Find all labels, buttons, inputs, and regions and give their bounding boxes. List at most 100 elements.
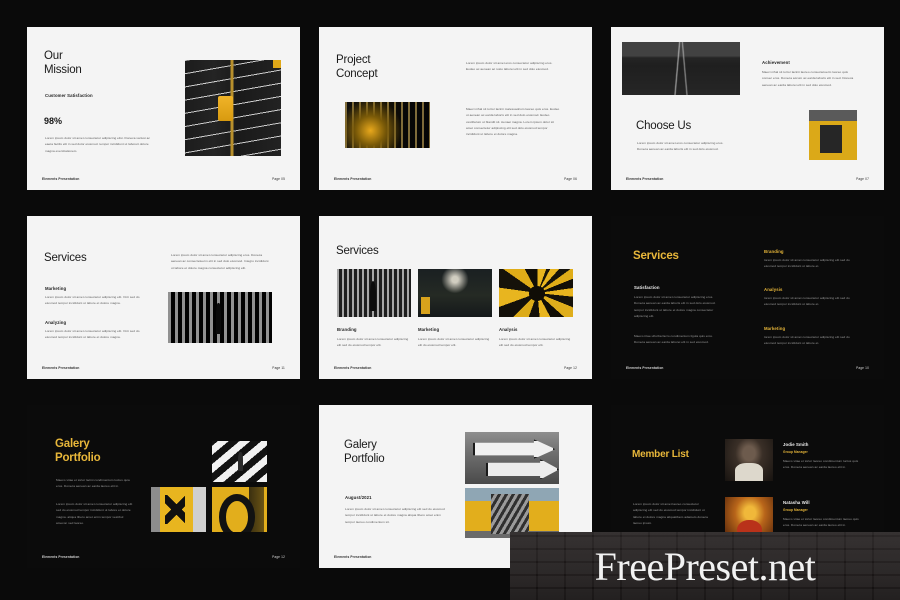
dark-item-branding: Branding lorem ipsum dolor sit amet cons… — [764, 249, 859, 270]
service-card-branding[interactable]: Branding Lorem ipsum dolor sit amet cons… — [337, 269, 411, 349]
title-line-2: Concept — [336, 68, 378, 81]
dark-item-marketing: Marketing lorem ipsum dolor sit amet con… — [764, 326, 859, 347]
item-label: Analysis — [764, 287, 783, 292]
body-text-bottom: Maeci nihal sit tortor lacinii malesuadc… — [466, 107, 560, 137]
slide-title: Project Concept — [336, 53, 378, 81]
member-info: Jodie Smith Group Manager Maeco vitae et… — [783, 442, 861, 471]
footer-page-number: Page 12 — [564, 366, 577, 370]
title-line-1: Our — [44, 50, 63, 62]
member-role: Group Manager — [783, 508, 808, 512]
body-text: Lorem ipsum dolor sit amet laoreo consec… — [633, 502, 708, 525]
slide-services-two-col[interactable]: Services Lorem ipsum dolor sit amet cons… — [27, 216, 300, 379]
service-body: Lorem ipsum dolor sit amet consectetur a… — [45, 329, 140, 340]
body-text: Lorem ipsum dolor sit amet consectetur a… — [345, 507, 445, 524]
intro-text: Lorem ipsum dolor sit amet consectetur a… — [171, 253, 269, 270]
photo-street-night — [418, 269, 492, 317]
item-body: lorem ipsum dolor sit amet consectetur a… — [764, 335, 850, 346]
slide-title: Galery Portfolio — [55, 437, 101, 465]
item-body: lorem ipsum dolor sit amet consectetur a… — [764, 258, 850, 269]
title-line-1: Galery — [344, 439, 377, 451]
slide-title: Services — [44, 252, 87, 264]
footer-brand: Elements Presentation — [42, 555, 80, 559]
card-label: Analysis — [499, 327, 518, 332]
slide-title: Our Mission — [44, 49, 82, 77]
photo-aerial-road — [185, 60, 281, 156]
footer-brand: Elements Presentation — [334, 366, 372, 370]
member-body: Maeco vitae et tortor laoreo condimentum… — [783, 459, 859, 470]
photo-yellow-bus — [465, 488, 559, 538]
photo-yellow-truck — [809, 110, 857, 160]
slide-choose-us[interactable]: Achievement Maeci nihal sit tortor lacin… — [611, 27, 884, 190]
card-label: Branding — [337, 327, 357, 332]
item-body: lorem ipsum dolor sit amet consectetur a… — [764, 296, 850, 307]
slide-services-dark[interactable]: Services Satisfaction Lorem ipsum dolor … — [611, 216, 884, 379]
service-card-marketing[interactable]: Marketing Lorem ipsum dolor sit amet con… — [418, 269, 492, 349]
service-item-analyzing: Analyzing Lorem ipsum dolor sit amet con… — [45, 320, 140, 341]
service-card-analysis[interactable]: Analysis Lorem ipsum dolor sit amet cons… — [499, 269, 573, 349]
card-body: Lorem ipsum dolor sit amet consectetur a… — [337, 337, 409, 348]
body-text-top: Lorem ipsum dolor sit amet eros consecte… — [466, 61, 553, 72]
service-label: Analyzing — [45, 320, 67, 325]
service-body: Lorem ipsum dolor sit amet consectetur a… — [45, 295, 140, 306]
title-line-2: Portfolio — [344, 453, 385, 466]
member-name: Natasha Will — [783, 500, 810, 505]
footer-brand: Elements Presentation — [626, 366, 664, 370]
member-info: Natasha Will Group Manager Maeco vitae e… — [783, 500, 861, 529]
achievement-body: Maeci nihal sit tortor lacinii laoreo co… — [762, 70, 854, 87]
photo-yellow-burst — [499, 269, 573, 317]
body-text-top: Maeco vitae et tortor lacini condimentum… — [56, 478, 130, 489]
date-label: August/2021 — [345, 495, 372, 500]
subhead-achievement: Achievement — [762, 60, 790, 65]
footer-brand: Elements Presentation — [42, 177, 80, 181]
photo-crosswalk-stripes — [212, 441, 267, 482]
service-label: Marketing — [45, 286, 67, 291]
footer-brand: Elements Presentation — [334, 177, 372, 181]
slide-galery-portfolio-dark[interactable]: Galery Portfolio Maeco vitae et tortor l… — [27, 405, 300, 568]
watermark-text: FreePreset.net — [594, 543, 816, 589]
watermark-banner: FreePreset.net — [510, 532, 900, 600]
slide-services-cards[interactable]: Services Branding Lorem ipsum dolor sit … — [319, 216, 592, 379]
dark-item-analysis: Analysis lorem ipsum dolor sit amet cons… — [764, 287, 859, 308]
card-body: Lorem ipsum dolor sit amet consectetur a… — [499, 337, 571, 348]
slide-our-mission[interactable]: Our Mission Customer Satisfaction 98% Lo… — [27, 27, 300, 190]
slide-title: Services — [336, 245, 379, 257]
body-text-bottom: Lorem ipsum dolor sit amet consectetur a… — [56, 502, 133, 525]
avatar-jodie-smith — [725, 439, 773, 481]
photo-gold-night — [345, 102, 430, 148]
slide-title: Choose Us — [636, 120, 692, 132]
footer-brand: Elements Presentation — [626, 177, 664, 181]
photo-silhouette — [337, 269, 411, 317]
member-name: Jodie Smith — [783, 442, 809, 447]
footer-page-number: Page 12 — [272, 555, 285, 559]
photo-tunnel-road — [622, 42, 740, 95]
left-body-text: Lorem ipsum dolor sit amet consectetur a… — [634, 295, 716, 318]
card-label: Marketing — [418, 327, 440, 332]
item-label: Branding — [764, 249, 784, 254]
slide-title: Galery Portfolio — [344, 438, 385, 466]
body-text: Lorem ipsum dolor sit amet eros consecte… — [637, 141, 724, 152]
photo-one-way-signs — [465, 432, 559, 484]
card-body: Lorem ipsum dolor sit amet consectetur a… — [418, 337, 490, 348]
member-role: Group Manager — [783, 450, 808, 454]
footer-brand: Elements Presentation — [42, 366, 80, 370]
item-label: Marketing — [764, 326, 786, 331]
subhead-customer-satisfaction: Customer Satisfaction — [45, 93, 93, 98]
stat-value: 98% — [44, 116, 63, 126]
slide-title: Member List — [632, 449, 689, 460]
slide-project-concept[interactable]: Project Concept Lorem ipsum dolor sit am… — [319, 27, 592, 190]
slide-grid: Our Mission Customer Satisfaction 98% Lo… — [0, 0, 900, 600]
body-text: Lorem ipsum dolor sit amet consectetur a… — [45, 136, 150, 153]
left-body-text-2: Maeco irtae ufturba facro condimentum li… — [634, 334, 713, 345]
footer-page-number: Page 06 — [564, 177, 577, 181]
title-line-2: Portfolio — [55, 452, 101, 465]
member-body: Maeco vitae et tortor laoreo condimentum… — [783, 517, 859, 528]
title-line-1: Project — [336, 54, 371, 66]
footer-page-number: Page 10 — [856, 366, 869, 370]
photo-yellow-eight — [212, 487, 267, 532]
footer-page-number: Page 11 — [272, 366, 285, 370]
service-item-marketing: Marketing Lorem ipsum dolor sit amet con… — [45, 286, 140, 307]
photo-vertical-blinds — [168, 292, 272, 343]
footer-page-number: Page 05 — [272, 177, 285, 181]
title-line-2: Mission — [44, 64, 82, 77]
subhead-satisfaction: Satisfaction — [634, 285, 660, 290]
